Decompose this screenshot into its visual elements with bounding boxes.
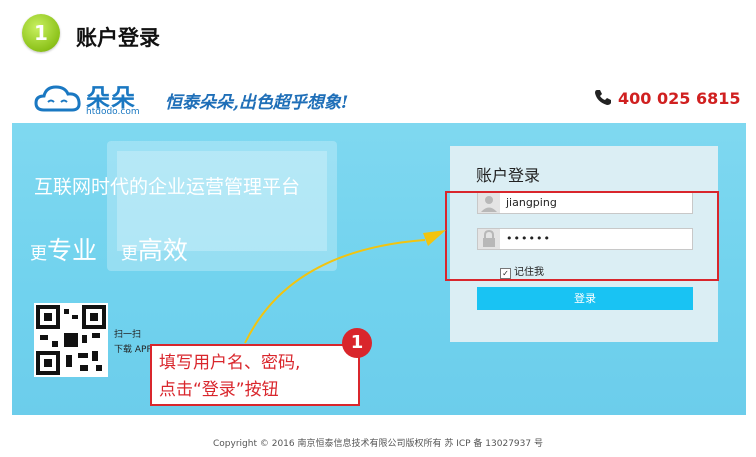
annotation-number-badge: 1 (342, 328, 372, 358)
footer-copyright: Copyright © 2016 南京恒泰信息技术有限公司版权所有 苏 ICP … (213, 439, 543, 449)
annotation-line1: 填写用户名、密码, (159, 353, 301, 373)
annotation-text: 填写用户名、密码, 点击“登录”按钮 (159, 350, 300, 404)
annotation-callout: 填写用户名、密码, 点击“登录”按钮 (150, 344, 360, 406)
annotation-line2: 点击“登录”按钮 (159, 380, 279, 400)
annotation-arrow (244, 230, 446, 344)
